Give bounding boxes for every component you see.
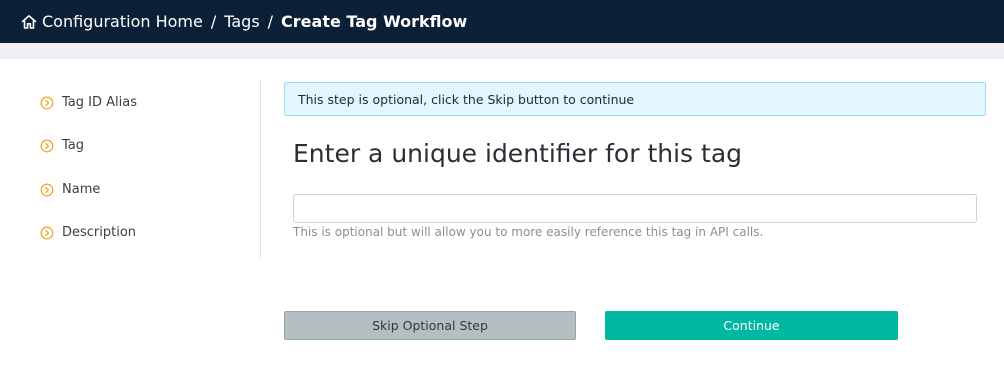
- sidebar-item-label: Name: [62, 182, 101, 197]
- workflow-steps-sidebar: Tag ID Alias Tag Name Description: [28, 80, 261, 258]
- sidebar-item-tag[interactable]: Tag: [40, 138, 84, 153]
- breadcrumb-tags[interactable]: Tags: [224, 12, 259, 31]
- sidebar-item-tag-id-alias[interactable]: Tag ID Alias: [40, 95, 137, 110]
- sidebar-item-label: Description: [62, 225, 137, 240]
- continue-button[interactable]: Continue: [605, 311, 898, 340]
- sidebar-item-label: Tag: [62, 138, 85, 153]
- alert-message: This step is optional, click the Skip bu…: [298, 91, 635, 107]
- breadcrumb-separator: /: [210, 12, 217, 31]
- chevron-circle-right-icon: [40, 139, 54, 153]
- input-help-text: This is optional but will allow you to m…: [293, 225, 764, 239]
- chevron-circle-right-icon: [40, 96, 54, 110]
- top-navigation-bar: Configuration Home / Tags / Create Tag W…: [0, 0, 1004, 43]
- chevron-circle-right-icon: [40, 183, 54, 197]
- sub-header-strip: [0, 43, 1004, 59]
- sidebar-item-name[interactable]: Name: [40, 182, 100, 197]
- breadcrumb-current-page: Create Tag Workflow: [281, 12, 468, 31]
- page-title: Enter a unique identifier for this tag: [293, 139, 743, 168]
- sidebar-item-description[interactable]: Description: [40, 225, 136, 240]
- optional-step-alert: This step is optional, click the Skip bu…: [284, 82, 986, 116]
- chevron-circle-right-icon: [40, 226, 54, 240]
- tag-id-alias-input[interactable]: [293, 194, 977, 223]
- home-icon[interactable]: [20, 13, 38, 31]
- breadcrumb-configuration-home[interactable]: Configuration Home: [42, 12, 203, 31]
- skip-optional-step-button[interactable]: Skip Optional Step: [284, 311, 576, 340]
- breadcrumb-separator: /: [267, 12, 274, 31]
- sidebar-item-label: Tag ID Alias: [62, 95, 137, 110]
